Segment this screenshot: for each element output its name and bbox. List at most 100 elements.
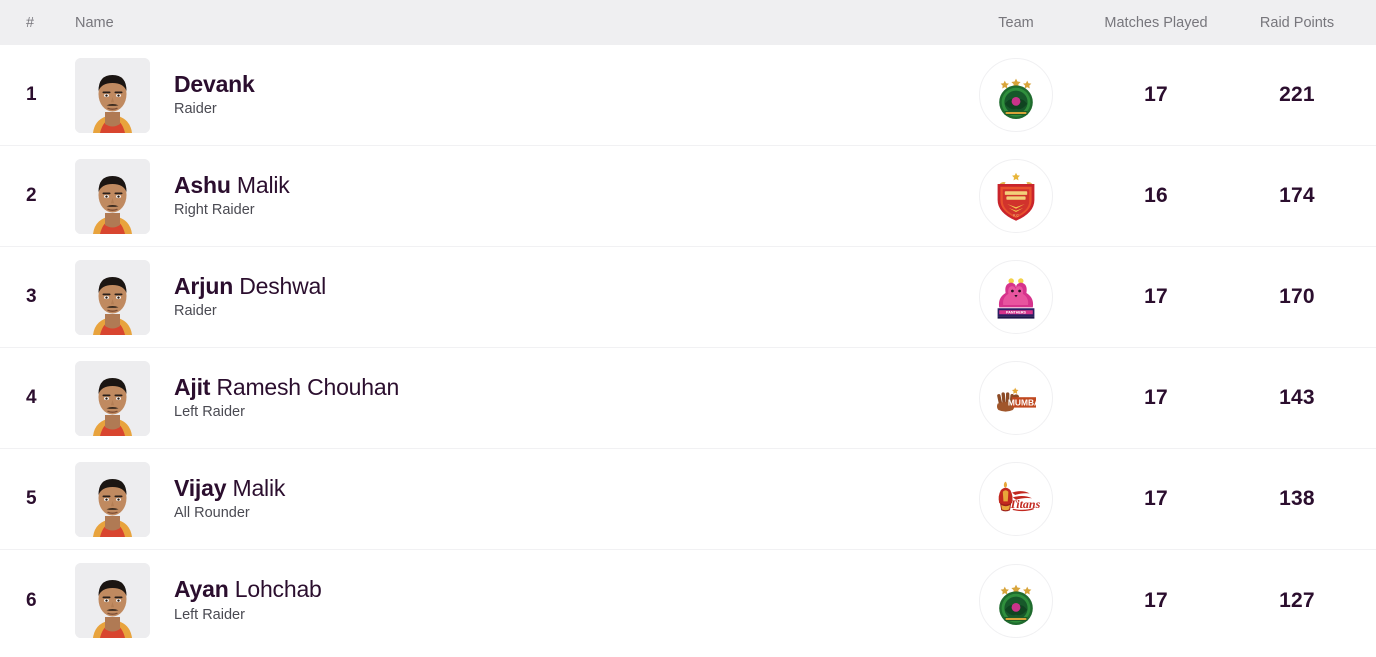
matches-played-value: 17 xyxy=(1144,588,1168,612)
player-name: Ayan Lohchab xyxy=(174,577,322,602)
row-matches-played-cell: 17 xyxy=(1076,487,1236,511)
column-header-team: Team xyxy=(998,14,1034,31)
row-matches-played-cell: 17 xyxy=(1076,285,1236,309)
row-team-cell[interactable] xyxy=(956,260,1076,334)
raid-points-value: 127 xyxy=(1279,588,1315,612)
row-team-cell[interactable] xyxy=(956,462,1076,536)
player-role: Left Raider xyxy=(174,606,245,623)
row-rank-cell: 6 xyxy=(0,590,75,612)
column-header-matches-played: Matches Played xyxy=(1104,14,1208,31)
row-raid-points-cell: 138 xyxy=(1236,487,1376,511)
player-name: Devank xyxy=(174,70,255,97)
player-first-name: Ashu xyxy=(174,171,231,198)
player-photo xyxy=(75,57,150,133)
player-name: Arjun Deshwal xyxy=(174,272,327,299)
rank-value: 2 xyxy=(26,185,37,206)
row-player-cell[interactable]: Ashu Malik Right Raider xyxy=(75,146,956,246)
player-name: Ashu Malik xyxy=(174,171,290,198)
row-player-cell[interactable]: Arjun Deshwal Raider xyxy=(75,247,956,347)
table-row[interactable]: 2 Ashu Malik Right Raider 16 174 xyxy=(0,146,1376,247)
rank-value: 4 xyxy=(26,387,37,408)
row-raid-points-cell: 143 xyxy=(1236,386,1376,410)
row-raid-points-cell: 174 xyxy=(1236,184,1376,208)
player-photo xyxy=(75,461,150,537)
row-player-cell[interactable]: Devank Raider xyxy=(75,45,956,145)
raid-points-value: 174 xyxy=(1279,184,1315,207)
table-body: 1 Devank Raider 17 221 2 Ashu Malik Right Raide… xyxy=(0,45,1376,651)
raid-points-value: 170 xyxy=(1279,285,1315,308)
player-last-name: Malik xyxy=(226,474,286,501)
player-photo xyxy=(75,259,150,335)
patna-pirates-logo xyxy=(979,563,1053,638)
row-rank-cell: 1 xyxy=(0,84,75,106)
row-matches-played-cell: 17 xyxy=(1076,386,1236,410)
player-leaderboard-table: # Name Team Matches Played Raid Points 1… xyxy=(0,0,1376,657)
row-matches-played-cell: 17 xyxy=(1076,589,1236,613)
row-raid-points-cell: 127 xyxy=(1236,589,1376,613)
player-name-block: Devank Raider xyxy=(174,70,255,118)
table-row[interactable]: 3 Arjun Deshwal Raider 17 170 xyxy=(0,247,1376,348)
row-team-cell[interactable] xyxy=(956,159,1076,233)
player-role: All Rounder xyxy=(174,505,250,522)
table-row[interactable]: 4 Ajit Ramesh Chouhan Left Raider 17 143 xyxy=(0,348,1376,449)
row-team-cell[interactable] xyxy=(956,58,1076,132)
table-header-row: # Name Team Matches Played Raid Points xyxy=(0,0,1376,45)
rank-value: 1 xyxy=(26,84,37,105)
player-name-block: Ashu Malik Right Raider xyxy=(174,171,290,219)
raid-points-value: 138 xyxy=(1279,487,1315,510)
player-first-name: Ayan xyxy=(174,576,229,603)
row-rank-cell: 4 xyxy=(0,387,75,409)
player-role: Raider xyxy=(174,303,217,320)
table-row[interactable]: 5 Vijay Malik All Rounder 17 138 xyxy=(0,449,1376,550)
u-mumba-logo xyxy=(979,361,1053,435)
player-photo xyxy=(75,158,150,234)
row-team-cell[interactable] xyxy=(956,563,1076,638)
dabang-delhi-logo xyxy=(979,159,1053,233)
rank-value: 3 xyxy=(26,286,37,307)
row-player-cell[interactable]: Vijay Malik All Rounder xyxy=(75,449,956,549)
matches-played-value: 17 xyxy=(1144,83,1168,106)
raid-points-value: 143 xyxy=(1279,386,1315,409)
player-photo xyxy=(75,360,150,436)
jaipur-pink-panthers-logo xyxy=(979,260,1053,334)
player-photo xyxy=(75,563,150,638)
row-matches-played-cell: 17 xyxy=(1076,83,1236,107)
column-header-rank: # xyxy=(26,14,35,31)
matches-played-value: 17 xyxy=(1144,285,1168,308)
column-header-raid-points: Raid Points xyxy=(1259,14,1335,31)
row-raid-points-cell: 170 xyxy=(1236,285,1376,309)
player-first-name: Devank xyxy=(174,70,255,97)
table-row[interactable]: 6 Ayan Lohchab Left Raider 17 127 xyxy=(0,550,1376,651)
row-raid-points-cell: 221 xyxy=(1236,83,1376,107)
rank-value: 6 xyxy=(26,589,37,611)
player-last-name: Ramesh Chouhan xyxy=(210,373,400,400)
row-player-cell[interactable]: Ayan Lohchab Left Raider xyxy=(75,550,956,651)
player-name: Vijay Malik xyxy=(174,474,286,501)
player-name-block: Ajit Ramesh Chouhan Left Raider xyxy=(174,373,400,421)
player-first-name: Ajit xyxy=(174,373,211,400)
matches-played-value: 16 xyxy=(1144,184,1168,207)
player-first-name: Vijay xyxy=(174,474,227,501)
telugu-titans-logo xyxy=(979,462,1053,536)
row-rank-cell: 3 xyxy=(0,286,75,308)
player-name-block: Vijay Malik All Rounder xyxy=(174,474,286,522)
matches-played-value: 17 xyxy=(1144,487,1168,510)
player-name-block: Arjun Deshwal Raider xyxy=(174,272,327,320)
row-team-cell[interactable] xyxy=(956,361,1076,435)
player-role: Left Raider xyxy=(174,404,245,421)
player-name-block: Ayan Lohchab Left Raider xyxy=(174,577,322,623)
matches-played-value: 17 xyxy=(1144,386,1168,409)
row-rank-cell: 5 xyxy=(0,488,75,510)
row-rank-cell: 2 xyxy=(0,185,75,207)
row-player-cell[interactable]: Ajit Ramesh Chouhan Left Raider xyxy=(75,348,956,448)
player-name: Ajit Ramesh Chouhan xyxy=(174,373,400,400)
row-matches-played-cell: 16 xyxy=(1076,184,1236,208)
patna-pirates-logo xyxy=(979,58,1053,132)
player-last-name: Deshwal xyxy=(233,272,327,299)
table-row[interactable]: 1 Devank Raider 17 221 xyxy=(0,45,1376,146)
player-role: Right Raider xyxy=(174,202,255,219)
player-last-name: Malik xyxy=(230,171,290,198)
rank-value: 5 xyxy=(26,488,37,509)
player-first-name: Arjun xyxy=(174,272,234,299)
column-header-name: Name xyxy=(75,14,114,31)
